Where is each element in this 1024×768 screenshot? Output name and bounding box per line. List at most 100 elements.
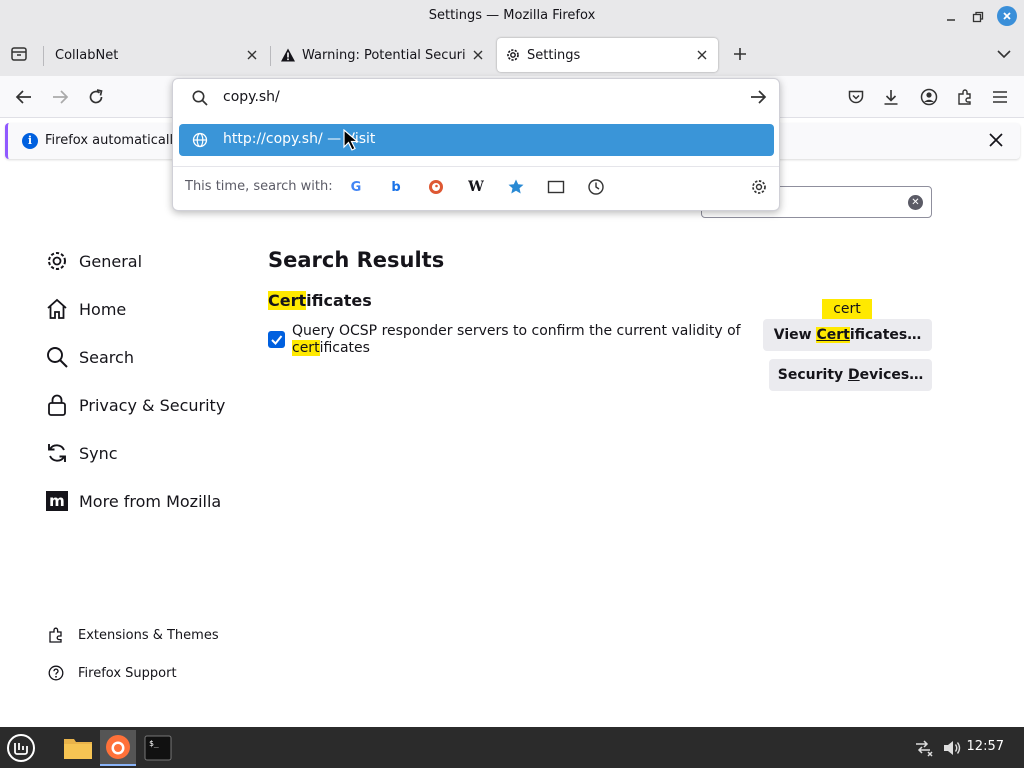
bing-icon[interactable]: b	[387, 178, 405, 196]
page-title: Search Results	[268, 248, 445, 272]
window-title: Settings — Mozilla Firefox	[428, 8, 596, 23]
help-icon	[47, 664, 65, 682]
tab-strip: CollabNet Warning: Potential Security Se…	[0, 34, 1024, 76]
gear-icon	[45, 249, 69, 273]
account-icon[interactable]	[919, 87, 939, 107]
tab-separator	[270, 46, 271, 66]
mozilla-icon: m	[45, 489, 69, 513]
button-text-pre: View	[773, 327, 817, 343]
close-notification-icon[interactable]	[988, 132, 1006, 150]
ocsp-checkbox-label: Query OCSP responder servers to confirm …	[292, 323, 742, 357]
sidebar-item-home[interactable]: Home	[45, 295, 126, 323]
gear-icon	[505, 47, 521, 63]
tab-label: CollabNet	[55, 47, 119, 63]
clear-search-icon[interactable]: ✕	[908, 195, 923, 210]
go-arrow-icon[interactable]	[749, 89, 767, 107]
lock-icon	[45, 393, 69, 417]
warning-icon	[280, 47, 296, 63]
tab-label: Settings	[527, 47, 581, 63]
sidebar-item-label: More from Mozilla	[79, 491, 222, 511]
hamburger-menu-icon[interactable]	[990, 87, 1010, 107]
mouse-cursor	[343, 128, 360, 155]
sidebar-item-more-from-mozilla[interactable]: m More from Mozilla	[45, 487, 221, 515]
view-certificates-button[interactable]: View Cert ificates…	[763, 319, 932, 351]
extensions-themes-label: Extensions & Themes	[78, 627, 219, 643]
extensions-icon[interactable]	[955, 87, 975, 107]
button-text-pre: Security	[777, 367, 849, 383]
dropdown-separator	[173, 166, 779, 167]
firefox-support-link[interactable]: Firefox Support	[47, 664, 177, 682]
tab-collabnet[interactable]: CollabNet	[46, 38, 268, 72]
extensions-themes-link[interactable]: Extensions & Themes	[47, 626, 219, 644]
ocsp-checkbox[interactable]	[268, 331, 285, 348]
close-tab-icon[interactable]	[244, 47, 260, 63]
chevron-down-icon[interactable]	[994, 44, 1014, 64]
search-icon	[45, 345, 69, 369]
tab-separator	[43, 46, 44, 66]
volume-icon[interactable]	[938, 730, 966, 766]
search-highlight: Cert	[268, 291, 307, 310]
tab-label: Warning: Potential Security	[302, 47, 466, 63]
terminal-icon[interactable]: $_	[140, 730, 176, 766]
google-icon[interactable]: G	[347, 178, 365, 196]
svg-text:m: m	[49, 492, 65, 510]
download-icon[interactable]	[881, 87, 901, 107]
urlbar-dropdown: copy.sh/ http://copy.sh/ — Visit This ti…	[172, 78, 780, 211]
puzzle-icon	[47, 626, 65, 644]
url-input[interactable]: copy.sh/	[223, 89, 280, 105]
sync-icon	[45, 441, 69, 465]
new-tab-icon[interactable]	[730, 44, 750, 64]
sidebar-item-privacy-security[interactable]: Privacy & Security	[45, 391, 225, 419]
search-highlight: Cert	[816, 327, 850, 343]
tabs-icon[interactable]	[547, 178, 565, 196]
sidebar-item-label: General	[79, 251, 143, 271]
search-with-label: This time, search with:	[185, 179, 333, 194]
history-icon[interactable]	[587, 178, 605, 196]
search-match-tooltip: cert	[822, 299, 872, 319]
ocsp-rest: ificates	[319, 340, 370, 356]
forward-icon[interactable]	[50, 87, 70, 107]
close-tab-icon[interactable]	[694, 47, 710, 63]
minimize-icon[interactable]	[942, 8, 960, 26]
close-window-icon[interactable]	[997, 6, 1017, 26]
firefox-taskbar-icon[interactable]	[100, 730, 136, 766]
pocket-icon[interactable]	[846, 87, 866, 107]
network-icon[interactable]	[910, 730, 938, 766]
section-heading-certificates: Certificates	[268, 291, 372, 310]
heading-rest: ificates	[306, 291, 372, 310]
tab-security-warning[interactable]: Warning: Potential Security	[272, 38, 494, 72]
globe-icon	[192, 132, 208, 148]
ocsp-line1: Query OCSP responder servers to confirm …	[292, 323, 741, 339]
tab-settings[interactable]: Settings	[497, 38, 718, 72]
search-settings-gear-icon[interactable]	[750, 178, 768, 196]
close-tab-icon[interactable]	[470, 47, 486, 63]
mint-menu-icon[interactable]	[3, 730, 39, 766]
reload-icon[interactable]	[86, 87, 106, 107]
url-suggestion-row[interactable]: http://copy.sh/ — Visit	[179, 124, 774, 156]
sidebar-item-label: Search	[79, 347, 134, 367]
notification-text: Firefox automatically	[45, 133, 181, 148]
window-titlebar: Settings — Mozilla Firefox	[0, 0, 1024, 34]
tab-overview-icon[interactable]	[9, 44, 29, 64]
home-icon	[45, 297, 69, 321]
search-highlight: cert	[292, 340, 320, 356]
back-icon[interactable]	[14, 87, 34, 107]
sidebar-item-sync[interactable]: Sync	[45, 439, 118, 467]
sidebar-item-search[interactable]: Search	[45, 343, 134, 371]
button-text-rest: evices…	[859, 367, 924, 383]
sidebar-item-general[interactable]: General	[45, 247, 142, 275]
info-icon: i	[22, 133, 38, 149]
bookmarks-icon[interactable]	[507, 178, 525, 196]
security-devices-button[interactable]: Security Devices…	[769, 359, 932, 391]
duckduckgo-icon[interactable]	[427, 178, 445, 196]
taskbar: $_ 12:57	[0, 727, 1024, 768]
search-icon	[191, 89, 209, 107]
wikipedia-icon[interactable]: W	[467, 178, 485, 196]
clock[interactable]: 12:57	[967, 739, 1004, 754]
file-manager-icon[interactable]	[60, 730, 96, 766]
firefox-support-label: Firefox Support	[78, 665, 177, 681]
sidebar-item-label: Privacy & Security	[79, 395, 226, 415]
svg-text:$_: $_	[149, 739, 159, 748]
maximize-icon[interactable]	[969, 8, 987, 26]
sidebar-item-label: Home	[79, 299, 127, 319]
